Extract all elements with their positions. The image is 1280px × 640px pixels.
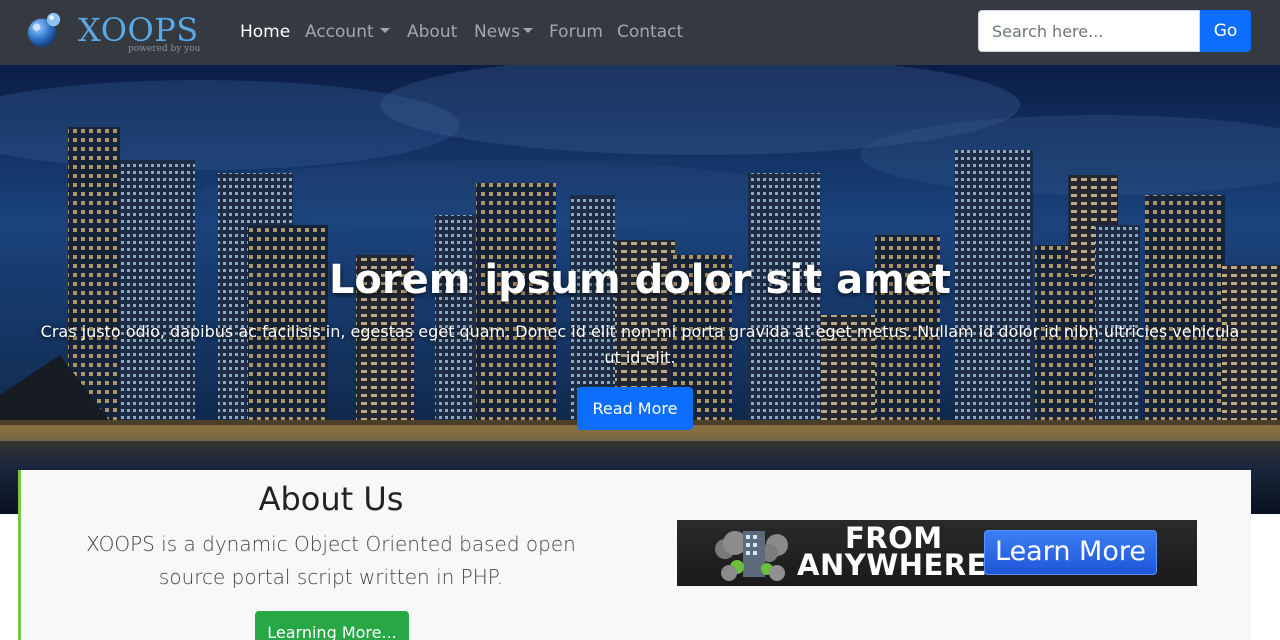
nav-forum-label: Forum [549, 22, 603, 42]
banner-text-anywhere: ANYWHERE [797, 548, 987, 582]
learn-more-banner[interactable]: FROM ANYWHERE Learn More [677, 520, 1197, 586]
about-description: XOOPS is a dynamic Object Oriented based… [86, 532, 576, 589]
brand-tagline: powered by you [128, 44, 201, 54]
nav-about-label: About [407, 22, 458, 42]
brand-logo[interactable]: XOOPS powered by you [26, 8, 200, 58]
hero-title: Lorem ipsum dolor sit amet [328, 257, 952, 303]
globe-icon [27, 12, 61, 48]
learning-more-button[interactable]: Learning More... [255, 611, 409, 640]
hero-description: Cras justo odio, dapibus ac facilisis in… [40, 322, 1240, 367]
nav-contact-label: Contact [617, 22, 684, 42]
chevron-down-icon [379, 28, 390, 33]
read-more-button[interactable]: Read More [577, 387, 693, 430]
nav-home-label: Home [240, 22, 291, 42]
search-go-button[interactable]: Go [1200, 10, 1251, 52]
nav-forum[interactable]: Forum [549, 20, 603, 44]
hero-carousel: Lorem ipsum dolor sit amet Cras justo od… [0, 65, 1280, 514]
about-title: About Us [258, 480, 404, 518]
building-clouds-icon [715, 531, 788, 581]
nav-home[interactable]: Home [240, 20, 290, 44]
brand-name: XOOPS [78, 11, 199, 49]
nav-news-label: News [474, 22, 520, 42]
nav-account[interactable]: Account [305, 20, 390, 44]
search-input[interactable] [978, 10, 1200, 52]
nav-about[interactable]: About [407, 20, 457, 44]
top-navbar: XOOPS powered by you Home Account About … [0, 0, 1280, 65]
nav-account-label: Account [305, 22, 374, 42]
learn-more-button[interactable]: Learn More [984, 530, 1157, 575]
nav-news[interactable]: News [474, 20, 533, 44]
nav-contact[interactable]: Contact [617, 20, 683, 44]
chevron-down-icon [522, 28, 533, 33]
